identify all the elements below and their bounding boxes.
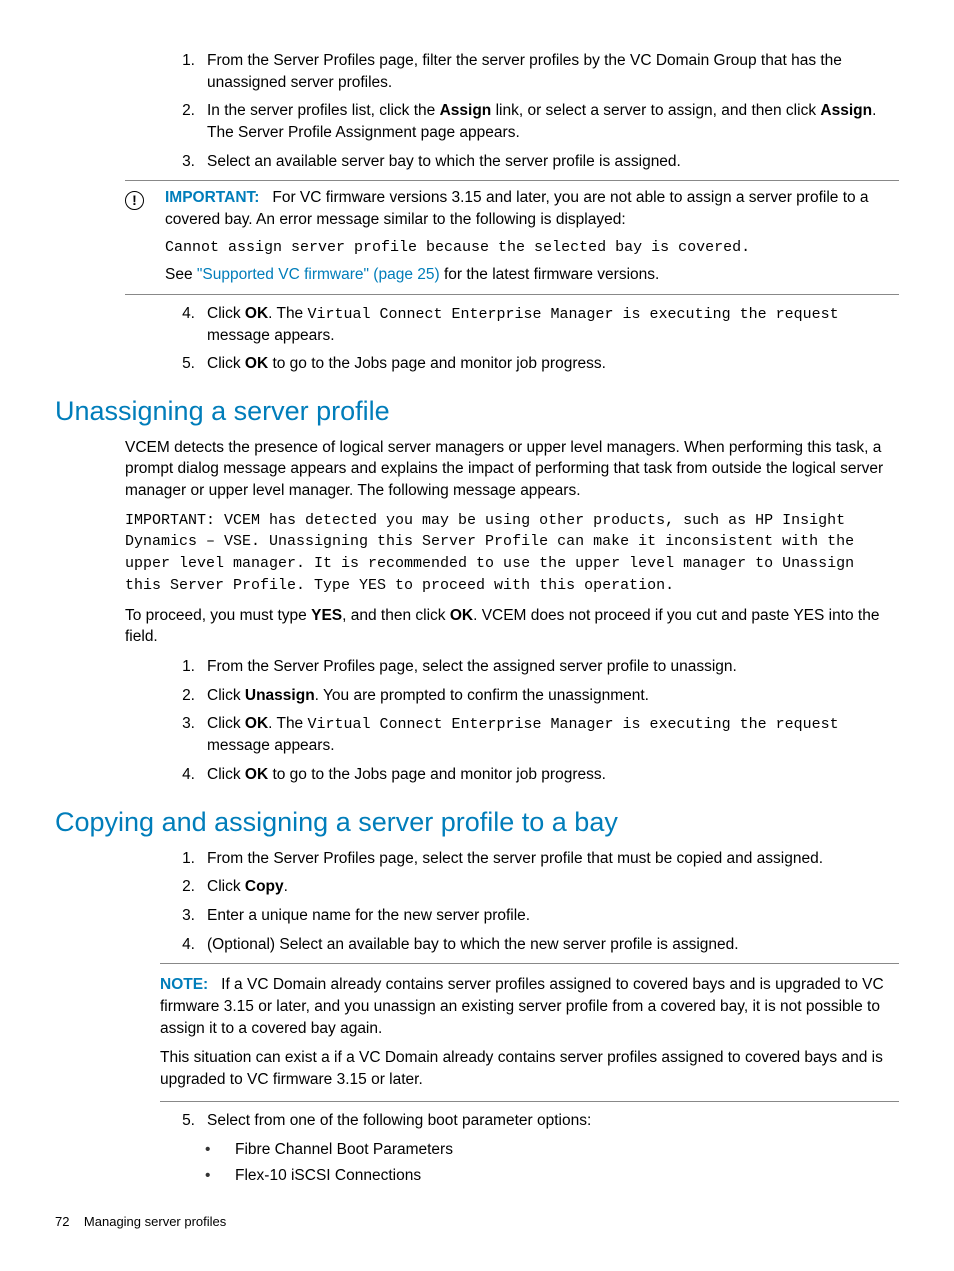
bullet-icon: •: [205, 1165, 235, 1187]
list-text: Select from one of the following boot pa…: [207, 1110, 899, 1132]
list-item: 1. From the Server Profiles page, select…: [160, 656, 899, 678]
list-text: From the Server Profiles page, filter th…: [207, 50, 899, 93]
step-list-3a: 1. From the Server Profiles page, select…: [55, 848, 899, 956]
list-number: 3.: [160, 905, 207, 927]
list-text: Click OK. The Virtual Connect Enterprise…: [207, 713, 899, 757]
important-callout: ! IMPORTANT: For VC firmware versions 3.…: [125, 180, 899, 294]
list-number: 2.: [160, 100, 207, 143]
callout-body: IMPORTANT: For VC firmware versions 3.15…: [160, 187, 899, 285]
note-callout: NOTE: If a VC Domain already contains se…: [160, 963, 899, 1101]
bullet-item: • Fibre Channel Boot Parameters: [205, 1139, 899, 1161]
list-item: 3. Enter a unique name for the new serve…: [160, 905, 899, 927]
list-number: 2.: [160, 685, 207, 707]
list-number: 1.: [160, 50, 207, 93]
bullet-icon: •: [205, 1139, 235, 1161]
bullet-list: • Fibre Channel Boot Parameters • Flex-1…: [55, 1139, 899, 1187]
code-message: Cannot assign server profile because the…: [165, 237, 899, 258]
list-item: 2. Click Unassign. You are prompted to c…: [160, 685, 899, 707]
list-item: 2. Click Copy.: [160, 876, 899, 898]
note-label: NOTE:: [160, 976, 208, 993]
bullet-text: Fibre Channel Boot Parameters: [235, 1139, 899, 1161]
list-number: 1.: [160, 656, 207, 678]
firmware-link[interactable]: "Supported VC firmware" (page 25): [197, 266, 440, 283]
footer-title: Managing server profiles: [84, 1214, 226, 1229]
list-item: 5. Select from one of the following boot…: [160, 1110, 899, 1132]
code-block: IMPORTANT: VCEM has detected you may be …: [125, 510, 899, 597]
list-text: Click Unassign. You are prompted to conf…: [207, 685, 899, 707]
list-item: 3. Click OK. The Virtual Connect Enterpr…: [160, 713, 899, 757]
list-text: From the Server Profiles page, select th…: [207, 848, 899, 870]
page-footer: 72 Managing server profiles: [55, 1213, 226, 1231]
list-number: 5.: [160, 353, 207, 375]
list-text: Click OK to go to the Jobs page and moni…: [207, 764, 899, 786]
list-number: 4.: [160, 303, 207, 347]
list-text: Click OK to go to the Jobs page and moni…: [207, 353, 899, 375]
list-item: 1. From the Server Profiles page, filter…: [160, 50, 899, 93]
list-number: 5.: [160, 1110, 207, 1132]
page-number: 72: [55, 1214, 69, 1229]
bullet-item: • Flex-10 iSCSI Connections: [205, 1165, 899, 1187]
list-text: From the Server Profiles page, select th…: [207, 656, 899, 678]
paragraph: VCEM detects the presence of logical ser…: [125, 437, 899, 502]
list-number: 3.: [160, 151, 207, 173]
list-item: 5. Click OK to go to the Jobs page and m…: [160, 353, 899, 375]
step-list-1b: 4. Click OK. The Virtual Connect Enterpr…: [55, 303, 899, 375]
heading-unassign: Unassigning a server profile: [55, 393, 899, 431]
heading-copy: Copying and assigning a server profile t…: [55, 804, 899, 842]
step-list-2: 1. From the Server Profiles page, select…: [55, 656, 899, 786]
list-item: 4. (Optional) Select an available bay to…: [160, 934, 899, 956]
list-item: 2. In the server profiles list, click th…: [160, 100, 899, 143]
paragraph: To proceed, you must type YES, and then …: [125, 605, 899, 648]
list-text: Enter a unique name for the new server p…: [207, 905, 899, 927]
bullet-text: Flex-10 iSCSI Connections: [235, 1165, 899, 1187]
list-item: 3. Select an available server bay to whi…: [160, 151, 899, 173]
step-list-3b: 5. Select from one of the following boot…: [55, 1110, 899, 1132]
list-item: 4. Click OK. The Virtual Connect Enterpr…: [160, 303, 899, 347]
list-item: 4. Click OK to go to the Jobs page and m…: [160, 764, 899, 786]
list-number: 4.: [160, 934, 207, 956]
note-text: This situation can exist a if a VC Domai…: [160, 1047, 899, 1090]
list-text: (Optional) Select an available bay to wh…: [207, 934, 899, 956]
list-number: 3.: [160, 713, 207, 757]
list-number: 1.: [160, 848, 207, 870]
list-number: 4.: [160, 764, 207, 786]
list-number: 2.: [160, 876, 207, 898]
callout-label: IMPORTANT:: [165, 189, 259, 206]
list-text: Select an available server bay to which …: [207, 151, 899, 173]
list-text: Click Copy.: [207, 876, 899, 898]
important-icon: !: [125, 187, 160, 285]
step-list-1: 1. From the Server Profiles page, filter…: [55, 50, 899, 172]
list-text: In the server profiles list, click the A…: [207, 100, 899, 143]
list-item: 1. From the Server Profiles page, select…: [160, 848, 899, 870]
list-text: Click OK. The Virtual Connect Enterprise…: [207, 303, 899, 347]
